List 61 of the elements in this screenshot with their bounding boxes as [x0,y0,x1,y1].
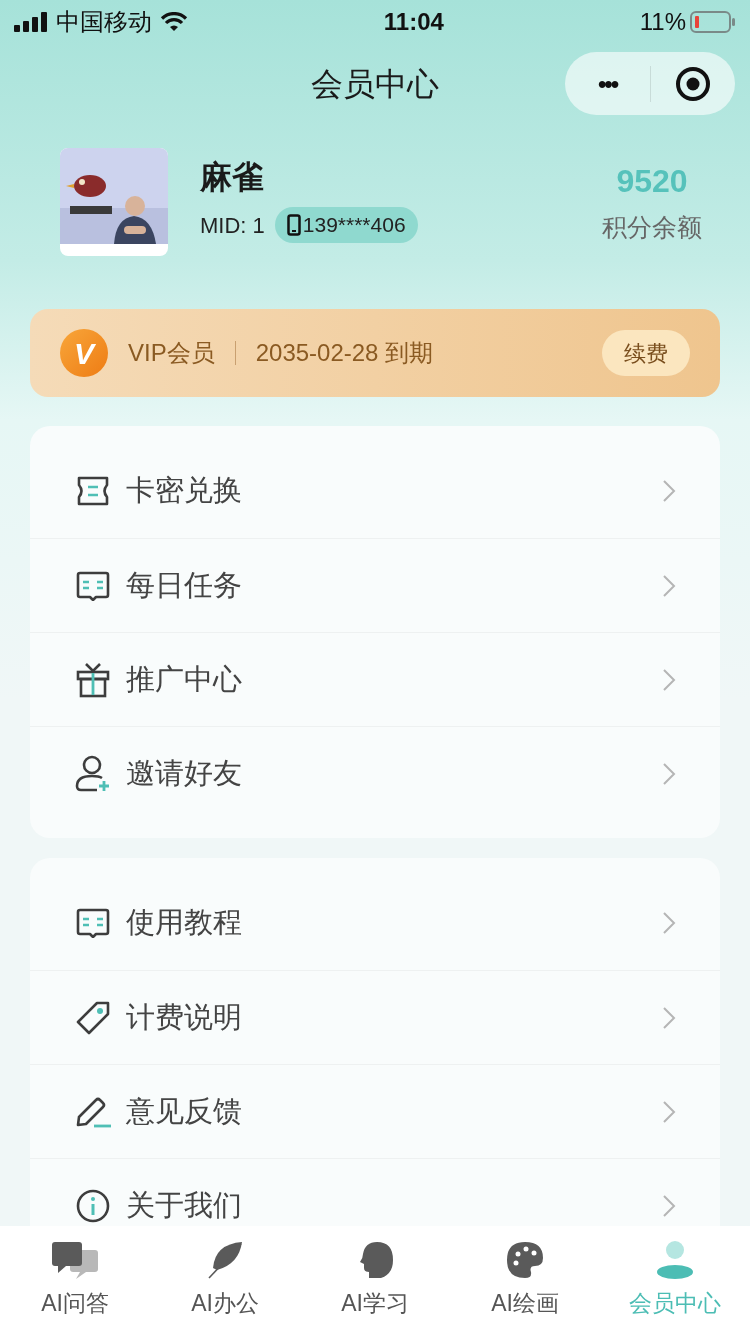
menu-item[interactable]: 推广中心 [30,632,720,726]
palette-icon [505,1239,545,1280]
tab-label: AI问答 [41,1288,109,1318]
menu-label: 使用教程 [126,905,243,941]
menu-item[interactable]: 每日任务 [30,538,720,632]
menu-label: 邀请好友 [126,755,243,791]
page-title: 会员中心 [311,65,439,104]
chevron-icon [662,573,676,598]
menu-label: 每日任务 [126,567,243,603]
tab-label: AI绘画 [491,1288,559,1318]
target-icon [675,65,711,102]
tab-item[interactable]: AI办公 [150,1226,300,1334]
book-icon [75,908,111,938]
member-id: MID: 1 [200,211,265,240]
gift-icon [76,661,110,698]
vip-label: VIP会员 [128,338,215,368]
menu-label: 关于我们 [126,1187,243,1223]
menu-item[interactable]: 计费说明 [30,970,720,1064]
person-icon [655,1239,695,1280]
chevron-icon [662,911,676,935]
tab-item[interactable]: AI学习 [300,1226,450,1334]
tag-icon [75,999,111,1036]
tab-label: AI学习 [341,1288,409,1318]
menu-item[interactable]: 使用教程 [30,876,720,970]
user-name: 麻雀 [200,161,265,193]
menu-item[interactable]: 卡密兑换 [30,444,720,538]
book-icon [75,570,111,601]
vip-badge: V [60,329,108,377]
feather-icon [205,1239,245,1280]
chat-icon [50,1239,100,1280]
tab-item[interactable]: AI问答 [0,1226,150,1334]
user-add-icon [75,754,111,793]
tab-item[interactable]: AI绘画 [450,1226,600,1334]
signal-icon [14,12,48,32]
info-icon [76,1188,110,1223]
menu-item[interactable]: 邀请好友 [30,726,720,820]
battery-percent: 11% [639,7,686,37]
phone-icon [286,214,301,236]
menu-label: 意见反馈 [126,1093,243,1129]
tab-label: AI办公 [191,1288,259,1318]
carrier-name: 中国移动 [56,7,152,37]
vip-expiry: 2035-02-28 到期 [255,338,435,368]
renew-button[interactable]: 续费 [602,330,690,376]
menu-label: 计费说明 [126,999,243,1035]
points-value: 9520 [616,162,688,202]
menu-label: 卡密兑换 [126,473,243,509]
ticket-icon [75,475,111,507]
chevron-icon [662,667,676,692]
clock-time: 11:04 [383,7,444,37]
battery-icon [690,11,736,33]
menu-label: 推广中心 [126,661,243,697]
chevron-icon [662,1193,676,1218]
menu-item[interactable]: 意见反馈 [30,1064,720,1158]
points-label: 积分余额 [602,212,702,244]
chevron-icon [662,479,676,503]
chevron-icon [662,761,676,786]
phone-number: 139****406 [302,212,406,239]
chevron-icon [662,1005,676,1030]
wifi-icon [160,12,188,32]
tab-label: 会员中心 [629,1288,721,1318]
chevron-icon [662,1099,676,1124]
